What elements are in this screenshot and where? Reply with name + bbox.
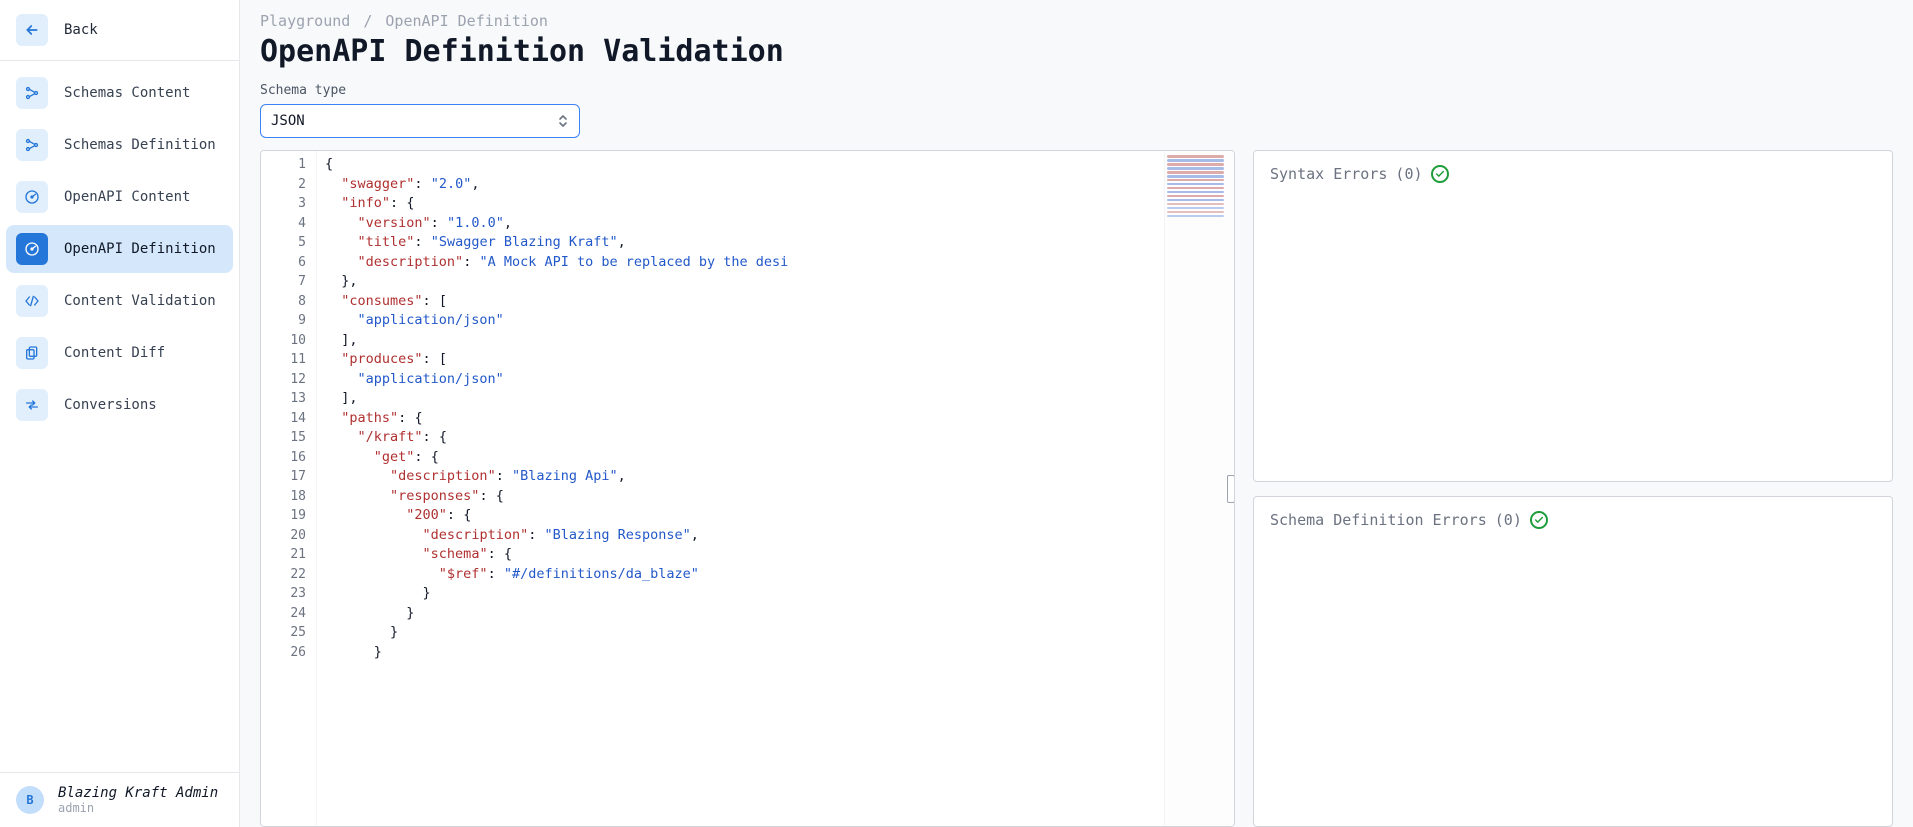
nav-list: Schemas Content Schemas Definition OpenAPI… [0, 61, 239, 437]
schema-errors-card: Schema Definition Errors (0) [1253, 496, 1893, 827]
sidebar-item-label: OpenAPI Content [64, 189, 190, 205]
sidebar-item-label: Schemas Definition [64, 137, 216, 153]
schema-errors-title: Schema Definition Errors [1270, 511, 1487, 529]
nodes-icon [16, 77, 48, 109]
sidebar-item-conversions[interactable]: Conversions [6, 381, 233, 429]
check-circle-icon [1530, 511, 1548, 529]
schema-type-select[interactable]: JSON [260, 104, 580, 138]
breadcrumb-sep: / [363, 12, 372, 30]
schema-type-label: Schema type [260, 83, 1893, 98]
sidebar-item-label: Content Validation [64, 293, 216, 309]
arrow-left-icon [16, 14, 48, 46]
schema-errors-count: (0) [1495, 511, 1522, 529]
line-gutter: 1234567891011121314151617181920212223242… [261, 151, 317, 826]
minimap[interactable] [1164, 151, 1234, 826]
syntax-errors-card: Syntax Errors (0) [1253, 150, 1893, 482]
copy-doc-icon [16, 337, 48, 369]
gauge-icon [16, 181, 48, 213]
sidebar-item-openapi-content[interactable]: OpenAPI Content [6, 173, 233, 221]
breadcrumb: Playground / OpenAPI Definition [260, 12, 1893, 30]
avatar: B [16, 786, 44, 814]
breadcrumb-parent[interactable]: Playground [260, 12, 350, 30]
resize-handle[interactable] [1227, 475, 1235, 503]
errors-pane: Syntax Errors (0) Schema Definition Erro… [1253, 150, 1893, 827]
user-role: admin [58, 801, 218, 815]
syntax-errors-count: (0) [1395, 165, 1422, 183]
sidebar-item-label: Schemas Content [64, 85, 190, 101]
swap-icon [16, 389, 48, 421]
sidebar-item-openapi-definition[interactable]: OpenAPI Definition [6, 225, 233, 273]
main: Playground / OpenAPI Definition OpenAPI … [240, 0, 1913, 827]
sidebar-item-content-validation[interactable]: Content Validation [6, 277, 233, 325]
check-circle-icon [1431, 165, 1449, 183]
nodes-icon [16, 129, 48, 161]
code-icon [16, 285, 48, 317]
sidebar-item-schemas-definition[interactable]: Schemas Definition [6, 121, 233, 169]
sidebar-item-label: OpenAPI Definition [64, 241, 216, 257]
code-editor[interactable]: 1234567891011121314151617181920212223242… [260, 150, 1235, 827]
back-label: Back [64, 22, 98, 38]
chevron-updown-icon [557, 114, 569, 128]
sidebar: Back Schemas Content Schemas Definition Op… [0, 0, 240, 827]
page-title: OpenAPI Definition Validation [260, 34, 1893, 69]
breadcrumb-current: OpenAPI Definition [385, 12, 548, 30]
code-area[interactable]: { "swagger": "2.0", "info": { "version":… [317, 151, 1164, 826]
schema-type-value: JSON [271, 113, 557, 129]
user-name: Blazing Kraft Admin [58, 785, 218, 801]
user-footer[interactable]: B Blazing Kraft Admin admin [0, 772, 239, 827]
sidebar-item-label: Conversions [64, 397, 157, 413]
back-button[interactable]: Back [0, 0, 239, 61]
sidebar-item-label: Content Diff [64, 345, 165, 361]
syntax-errors-title: Syntax Errors [1270, 165, 1387, 183]
gauge-icon [16, 233, 48, 265]
sidebar-item-content-diff[interactable]: Content Diff [6, 329, 233, 377]
sidebar-item-schemas-content[interactable]: Schemas Content [6, 69, 233, 117]
